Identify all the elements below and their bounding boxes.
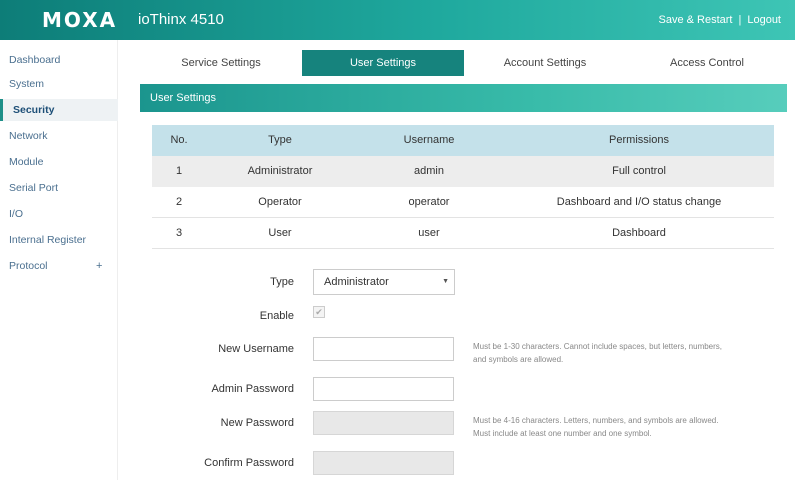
new-username-label: New Username [218,343,294,355]
checkmark-icon: ✔ [315,307,323,317]
table-header-row: No. Type Username Permissions [152,125,774,156]
tab-access-control[interactable]: Access Control [626,50,788,76]
moxa-logo: MOXA [42,8,118,32]
sidebar-item-protocol[interactable]: Protocol + [0,255,118,277]
sidebar-item-dashboard[interactable]: Dashboard [0,49,118,71]
sidebar-item-serial-port[interactable]: Serial Port [0,177,118,199]
row-no: 3 [175,227,183,239]
row-permissions: Full control [612,165,666,177]
table-row[interactable]: 1 Administrator admin Full control [152,156,774,187]
new-username-input[interactable] [313,337,454,361]
row-username: user [418,227,440,239]
sidebar-item-system[interactable]: System [0,73,118,95]
admin-password-label: Admin Password [211,383,294,395]
new-password-input[interactable] [313,411,454,435]
username-hint: Must be 1-30 characters. Cannot include … [473,342,723,364]
save-restart-link[interactable]: Save & Restart [659,14,733,26]
top-bar: MOXA ioThinx 4510 Save & Restart | Logout [0,0,795,40]
tab-account-settings[interactable]: Account Settings [464,50,626,76]
row-type: Operator [258,196,302,208]
tab-service-settings[interactable]: Service Settings [140,50,302,76]
table-row[interactable]: 2 Operator operator Dashboard and I/O st… [152,187,774,218]
type-label: Type [270,276,294,288]
confirm-password-label: Confirm Password [204,457,294,469]
new-password-label: New Password [220,417,294,429]
password-hint: Must be 4-16 characters. Letters, number… [473,416,719,438]
sidebar-item-io[interactable]: I/O [0,203,118,225]
sidebar: Dashboard System Security Network Module… [0,40,118,480]
chevron-down-icon: ▼ [442,278,449,285]
row-no: 2 [175,196,183,208]
column-header-type: Type [268,134,292,146]
enable-checkbox[interactable]: ✔ [313,306,325,318]
row-no: 1 [175,165,183,177]
separator: | [738,14,742,26]
tab-user-settings[interactable]: User Settings [302,50,464,76]
sidebar-item-label: Protocol [9,260,48,272]
top-actions: Save & Restart | Logout [659,14,782,26]
table-row[interactable]: 3 User user Dashboard [152,218,774,249]
row-permissions: Dashboard and I/O status change [556,196,722,208]
admin-password-input[interactable] [313,377,454,401]
expand-plus-icon[interactable]: + [96,255,102,277]
row-username: operator [408,196,450,208]
logout-link[interactable]: Logout [747,14,781,26]
product-name: ioThinx 4510 [138,11,224,28]
section-title: User Settings [140,84,787,112]
sidebar-item-module[interactable]: Module [0,151,118,173]
sidebar-item-internal-register[interactable]: Internal Register [0,229,118,251]
column-header-permissions: Permissions [609,134,669,146]
column-header-username: Username [403,134,455,146]
sidebar-item-network[interactable]: Network [0,125,118,147]
row-permissions: Dashboard [612,227,666,239]
confirm-password-input[interactable] [313,451,454,475]
row-username: admin [414,165,444,177]
type-select[interactable]: Administrator ▼ [313,269,455,295]
row-type: User [268,227,292,239]
sidebar-item-security[interactable]: Security [0,99,118,121]
column-header-no: No. [170,134,188,146]
type-select-value: Administrator [324,276,389,288]
enable-label: Enable [259,310,294,322]
row-type: Administrator [247,165,313,177]
